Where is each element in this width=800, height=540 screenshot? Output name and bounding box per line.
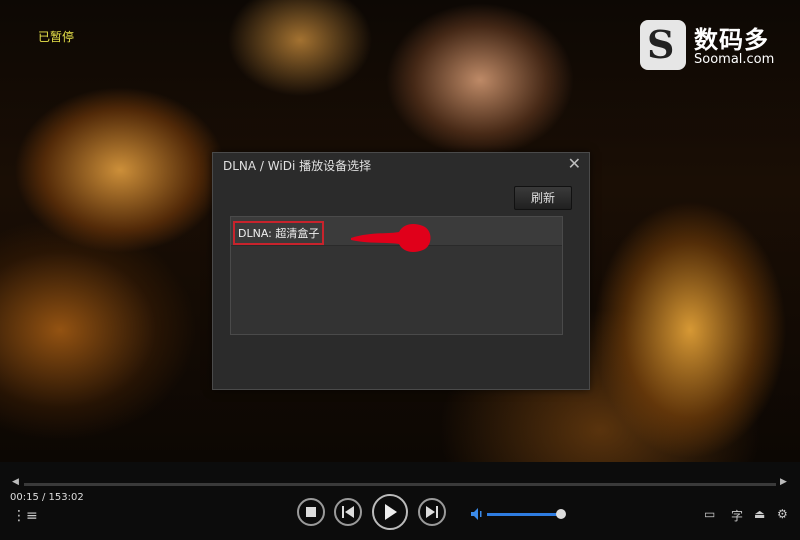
playlist-icon[interactable]: ⋮≡: [12, 508, 38, 524]
logo-mark: S: [640, 20, 686, 70]
subtitle-icon[interactable]: 字: [731, 507, 743, 524]
time-display: 00:15 / 153:02: [10, 492, 84, 503]
device-list: DLNA: 超清盒子: [230, 216, 563, 335]
pointing-hand-icon: [351, 224, 431, 252]
device-item[interactable]: DLNA: 超清盒子: [231, 217, 562, 252]
gear-icon[interactable]: ⚙: [777, 507, 788, 521]
close-icon[interactable]: ✕: [568, 154, 581, 173]
next-button[interactable]: [418, 498, 446, 526]
volume-icon[interactable]: [470, 507, 484, 521]
pause-status: 已暂停: [38, 30, 75, 44]
logo-text-en: Soomal.com: [694, 52, 775, 67]
next-icon: [426, 506, 438, 518]
volume-level: [487, 513, 562, 516]
play-icon: [385, 504, 397, 520]
volume-slider[interactable]: [487, 509, 567, 519]
watermark-logo: S 数码多 Soomal.com: [640, 20, 790, 70]
previous-icon: [342, 506, 354, 518]
screen-icon[interactable]: ▭: [704, 507, 715, 521]
device-label: DLNA: 超清盒子: [233, 221, 325, 245]
eject-icon[interactable]: ⏏: [754, 507, 765, 521]
stop-icon: [306, 507, 316, 517]
control-bar: ◀ ▶ 00:15 / 153:02 ⋮≡ ▭ 字 ⏏ ⚙: [0, 462, 800, 540]
volume-knob[interactable]: [556, 509, 567, 519]
play-button[interactable]: [372, 494, 408, 530]
video-frame[interactable]: 已暂停 S 数码多 Soomal.com DLNA / WiDi 播放设备选择 …: [0, 0, 800, 462]
logo-text-cn: 数码多: [694, 26, 769, 54]
previous-button[interactable]: [334, 498, 362, 526]
seek-right-arrow-icon[interactable]: ▶: [780, 477, 787, 487]
dialog-title: DLNA / WiDi 播放设备选择: [223, 159, 372, 173]
seek-left-arrow-icon[interactable]: ◀: [12, 477, 19, 487]
seek-bar[interactable]: [24, 483, 776, 486]
device-select-dialog: DLNA / WiDi 播放设备选择 ✕ 刷新 DLNA: 超清盒子: [212, 152, 590, 390]
refresh-button[interactable]: 刷新: [514, 186, 572, 210]
stop-button[interactable]: [297, 498, 325, 526]
